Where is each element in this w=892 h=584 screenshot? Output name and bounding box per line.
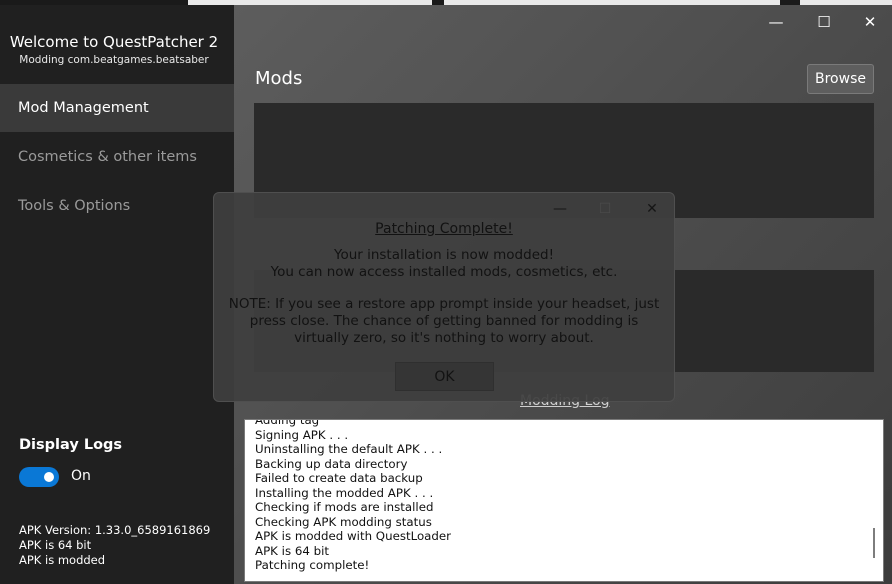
minimize-icon: — [768, 13, 784, 31]
toggle-knob [44, 472, 54, 482]
log-line: Installing the modded APK . . . [255, 485, 434, 500]
modding-log-box[interactable]: Adding tag Signing APK . . . Uninstallin… [244, 419, 884, 582]
dialog-note: NOTE: If you see a restore app prompt in… [228, 296, 660, 346]
dialog-minimize-button[interactable]: — [547, 199, 573, 219]
close-button[interactable]: ✕ [850, 9, 890, 35]
dialog-close-button[interactable]: ✕ [639, 199, 665, 219]
patching-complete-dialog: — ☐ ✕ Patching Complete! Your installati… [213, 192, 675, 402]
apk-bits: APK is 64 bit [19, 538, 92, 552]
dialog-title: Patching Complete! [375, 221, 513, 237]
display-logs-toggle[interactable] [19, 467, 59, 487]
log-scrollbar[interactable] [873, 528, 875, 558]
minimize-button[interactable]: — [756, 9, 796, 35]
sidebar-item-cosmetics[interactable]: Cosmetics & other items [0, 133, 234, 181]
sidebar: Welcome to QuestPatcher 2 Modding com.be… [0, 5, 234, 584]
close-icon: ✕ [646, 201, 658, 217]
dialog-maximize-button: ☐ [592, 199, 618, 219]
sidebar-item-tools-options[interactable]: Tools & Options [0, 182, 234, 230]
display-logs-label: Display Logs [19, 437, 123, 453]
maximize-icon: ☐ [817, 13, 831, 31]
log-line: Checking if mods are installed [255, 500, 434, 514]
dialog-line-2: You can now access installed mods, cosme… [270, 264, 618, 280]
log-line: Failed to create data backup [255, 471, 423, 485]
log-line: APK is modded with QuestLoader [255, 529, 452, 543]
maximize-icon: ☐ [598, 201, 612, 217]
ok-button[interactable]: OK [395, 362, 494, 391]
browse-button[interactable]: Browse [807, 64, 874, 94]
log-line: Backing up data directory [255, 456, 408, 471]
apk-status: APK is modded [19, 553, 106, 567]
maximize-button[interactable]: ☐ [804, 9, 844, 35]
app-subtitle: Modding com.beatgames.beatsaber [19, 54, 209, 66]
sidebar-item-mod-management[interactable]: Mod Management [0, 84, 234, 132]
log-line: Uninstalling the default APK . . . [255, 442, 443, 456]
log-line: Signing APK . . . [255, 427, 349, 442]
minimize-icon: — [553, 201, 567, 217]
log-line: Adding tag [255, 419, 320, 427]
toggle-state-label: On [71, 468, 91, 484]
apk-version: APK Version: 1.33.0_6589161869 [19, 523, 211, 537]
app-title: Welcome to QuestPatcher 2 [9, 33, 219, 51]
log-line: Patching complete! [255, 558, 370, 572]
dialog-line-1: Your installation is now modded! [333, 247, 554, 263]
log-line: APK is 64 bit [255, 543, 329, 558]
log-lines: Adding tag Signing APK . . . Uninstallin… [255, 419, 452, 573]
close-icon: ✕ [863, 13, 877, 31]
log-line: Checking APK modding status [255, 514, 432, 529]
mods-title: Mods [255, 68, 303, 89]
